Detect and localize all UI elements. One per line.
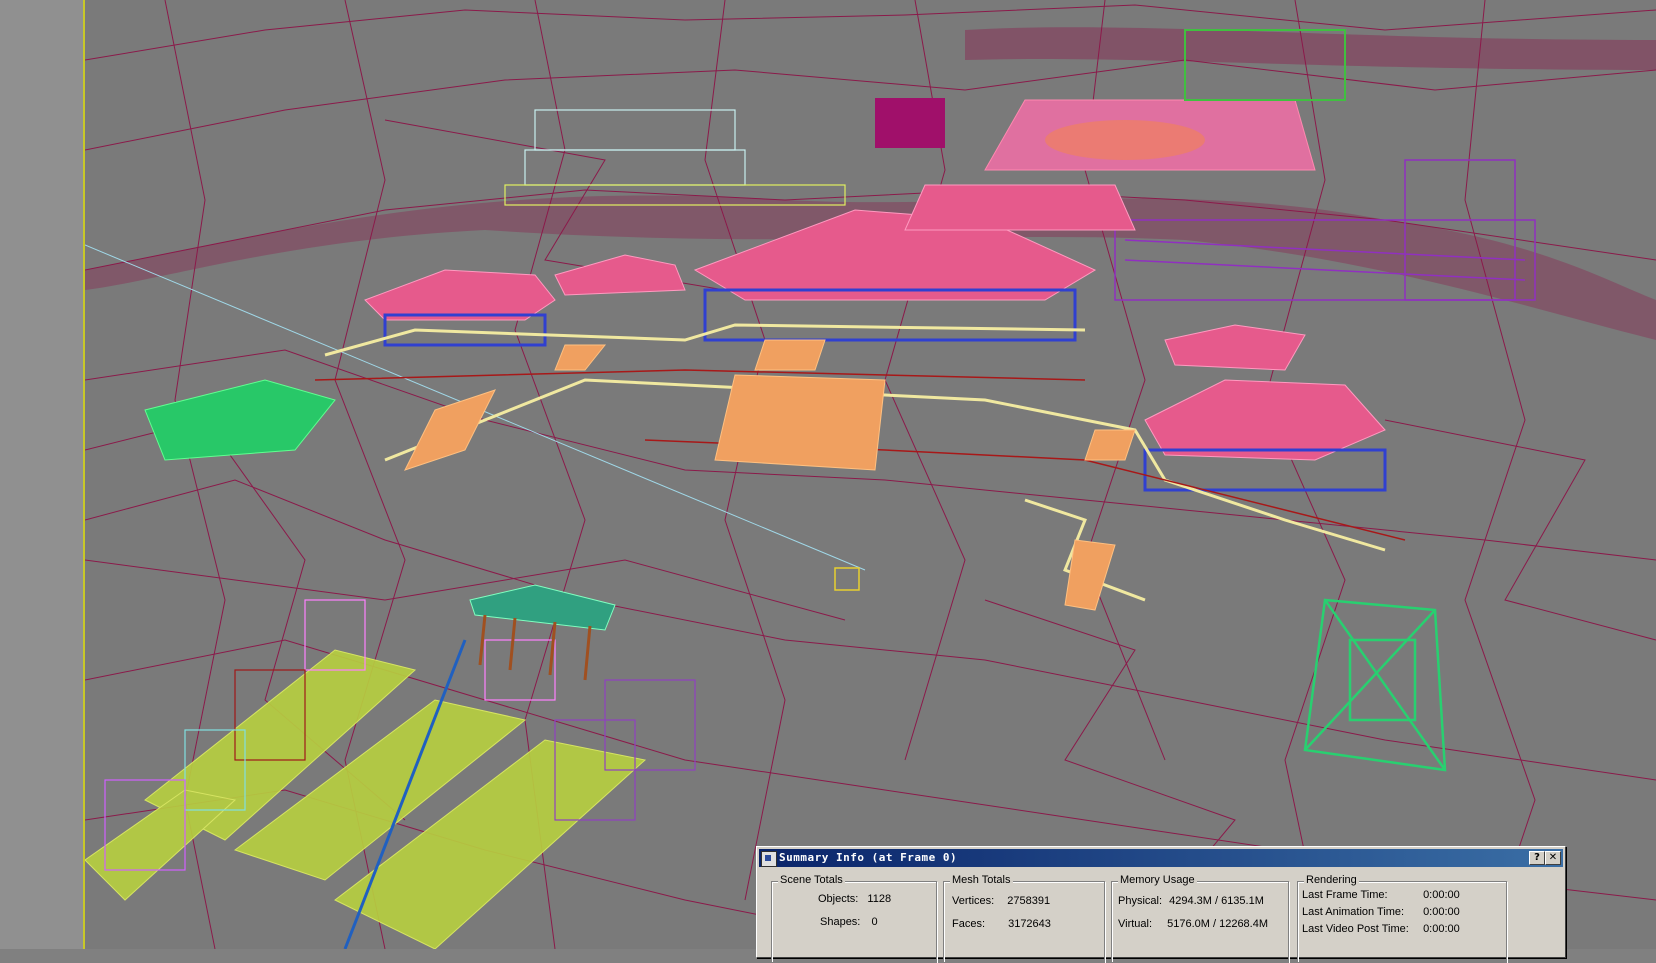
rendering-group: Rendering Last Frame Time: 0:00:00 Last … [1297, 874, 1507, 963]
shapes-value: 0 [871, 916, 878, 928]
viewport-left-border [0, 0, 85, 949]
scene-totals-group: Scene Totals Objects: 1128 Shapes: 0 [771, 874, 937, 963]
shapes-label: Shapes: [820, 916, 861, 928]
west-tree-block [144, 379, 336, 461]
rear-hall-roof [904, 184, 1136, 231]
last-video-post-label: Last Video Post Time: [1302, 923, 1409, 935]
last-frame-label: Last Frame Time: [1302, 889, 1388, 901]
app-icon [761, 851, 777, 867]
scene-totals-title: Scene Totals [778, 874, 845, 886]
wireframe-scene [85, 0, 1656, 949]
east-tree-frame [1303, 598, 1447, 772]
faces-value: 3172643 [1008, 918, 1051, 930]
objects-value: 1128 [867, 893, 892, 905]
camera-target-cube [834, 567, 860, 591]
memory-usage-group: Memory Usage Physical: 4294.3M / 6135.1M… [1111, 874, 1289, 963]
physical-value: 4294.3M / 6135.1M [1169, 895, 1264, 907]
gate-pavilion [469, 584, 616, 681]
east-pavilion-roof [1144, 379, 1386, 461]
last-video-post-value: 0:00:00 [1423, 923, 1460, 935]
summary-info-dialog: Summary Info (at Frame 0) ? ✕ Scene Tota… [756, 846, 1566, 963]
last-frame-value: 0:00:00 [1423, 889, 1460, 901]
vertices-value: 2758391 [1007, 895, 1051, 907]
rendering-title: Rendering [1304, 874, 1359, 886]
last-animation-value: 0:00:00 [1423, 906, 1460, 918]
virtual-value: 5176.0M / 12268.4M [1167, 918, 1269, 930]
virtual-label: Virtual: [1118, 918, 1153, 930]
dialog-titlebar[interactable]: Summary Info (at Frame 0) ? ✕ [759, 849, 1563, 867]
last-animation-label: Last Animation Time: [1302, 906, 1405, 918]
steps [404, 339, 1136, 611]
mesh-totals-group: Mesh Totals Vertices: 2758391 Faces: 317… [943, 874, 1105, 963]
close-button[interactable]: ✕ [1545, 851, 1561, 865]
objects-label: Objects: [818, 893, 859, 905]
mesh-totals-title: Mesh Totals [950, 874, 1013, 886]
help-button[interactable]: ? [1529, 851, 1545, 865]
dialog-title: Summary Info (at Frame 0) [779, 851, 958, 864]
memory-usage-title: Memory Usage [1118, 874, 1197, 886]
west-pavilion-roof [364, 269, 556, 321]
physical-label: Physical: [1118, 895, 1163, 907]
faces-label: Faces: [952, 918, 986, 930]
top-ridge-band [965, 27, 1656, 70]
back-hall [504, 109, 846, 206]
vertices-label: Vertices: [952, 895, 995, 907]
perspective-viewport[interactable] [85, 0, 1656, 949]
lawn-terraces [85, 649, 647, 949]
dark-pad [875, 98, 945, 148]
